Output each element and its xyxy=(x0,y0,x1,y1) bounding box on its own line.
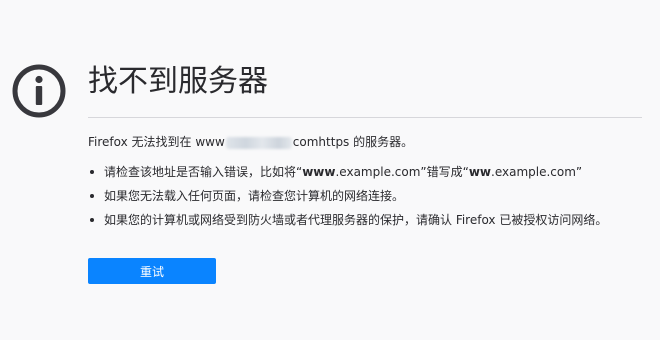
description-suffix: comhttps 的服务器。 xyxy=(292,135,414,149)
tip-text: 请检查该地址是否输入错误，比如将“ xyxy=(104,165,303,179)
error-description: Firefox 无法找到在 www comhttps 的服务器。 xyxy=(88,133,413,151)
troubleshooting-tips: 请检查该地址是否输入错误，比如将“www.example.com”错写成“ww.… xyxy=(88,163,607,235)
tip-text: .example.com” xyxy=(491,165,583,179)
info-icon xyxy=(12,64,66,118)
description-prefix: Firefox 无法找到在 www xyxy=(88,135,225,149)
tip-text: www xyxy=(302,165,336,179)
tip-text: 如果您的计算机或网络受到防火墙或者代理服务器的保护，请确认 Firefox 已被… xyxy=(104,213,608,227)
tip-item: 请检查该地址是否输入错误，比如将“www.example.com”错写成“ww.… xyxy=(88,163,607,181)
tip-text: ww xyxy=(468,165,491,179)
page-title: 找不到服务器 xyxy=(88,64,268,99)
title-divider xyxy=(88,117,642,118)
redacted-hostname xyxy=(225,136,292,149)
retry-button[interactable]: 重试 xyxy=(88,258,216,284)
tip-text: 如果您无法载入任何页面，请检查您计算机的网络连接。 xyxy=(104,189,405,203)
tip-item: 如果您的计算机或网络受到防火墙或者代理服务器的保护，请确认 Firefox 已被… xyxy=(88,211,607,229)
error-page: 找不到服务器 Firefox 无法找到在 www comhttps 的服务器。 请… xyxy=(0,0,660,340)
tip-item: 如果您无法载入任何页面，请检查您计算机的网络连接。 xyxy=(88,187,607,205)
tip-text: .example.com”错写成“ xyxy=(335,165,469,179)
